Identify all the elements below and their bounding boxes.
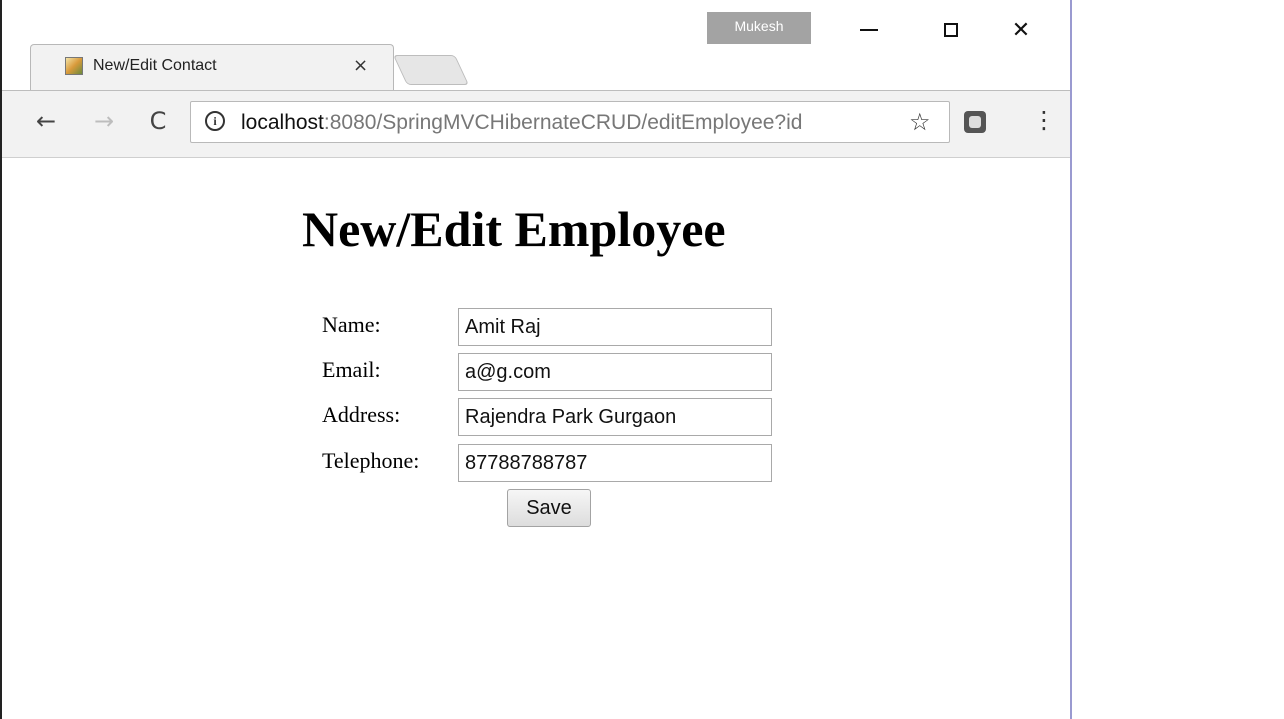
minimize-button[interactable] <box>846 14 892 46</box>
page-title: New/Edit Employee <box>302 201 726 257</box>
menu-dots-icon[interactable]: ⋮ <box>1032 107 1056 133</box>
close-window-button[interactable]: ✕ <box>998 14 1044 46</box>
save-button[interactable]: Save <box>507 489 591 527</box>
frame-right-border <box>1070 0 1072 719</box>
url-host: localhost <box>241 111 324 134</box>
forward-arrow-icon[interactable]: → <box>88 105 120 137</box>
reload-icon[interactable]: C <box>142 105 174 137</box>
address-bar[interactable]: i localhost:8080/SpringMVCHibernateCRUD/… <box>190 101 950 143</box>
url-text[interactable]: localhost:8080/SpringMVCHibernateCRUD/ed… <box>241 102 903 142</box>
browser-tab[interactable]: New/Edit Contact × <box>30 44 394 91</box>
address-label: Address: <box>322 402 401 427</box>
favicon-icon <box>65 57 83 75</box>
maximize-icon <box>944 23 958 37</box>
address-input[interactable] <box>458 398 772 436</box>
info-icon[interactable]: i <box>205 111 225 131</box>
telephone-label: Telephone: <box>322 448 420 473</box>
extension-icon[interactable] <box>964 111 986 133</box>
telephone-input[interactable] <box>458 444 772 482</box>
email-input[interactable] <box>458 353 772 391</box>
email-label: Email: <box>322 357 381 382</box>
tab-title: New/Edit Contact <box>93 57 217 74</box>
maximize-button[interactable] <box>928 14 974 46</box>
tab-close-icon[interactable]: × <box>353 55 368 76</box>
back-arrow-icon[interactable]: ← <box>30 105 62 137</box>
close-icon: ✕ <box>1011 17 1031 43</box>
name-input[interactable] <box>458 308 772 346</box>
bookmark-star-icon[interactable]: ☆ <box>909 108 931 136</box>
name-label: Name: <box>322 312 381 337</box>
minimize-icon <box>860 29 878 31</box>
browser-toolbar: ← → C i localhost:8080/SpringMVCHibernat… <box>2 90 1070 158</box>
url-path: :8080/SpringMVCHibernateCRUD/editEmploye… <box>323 111 803 134</box>
profile-badge[interactable]: Mukesh <box>707 12 811 44</box>
